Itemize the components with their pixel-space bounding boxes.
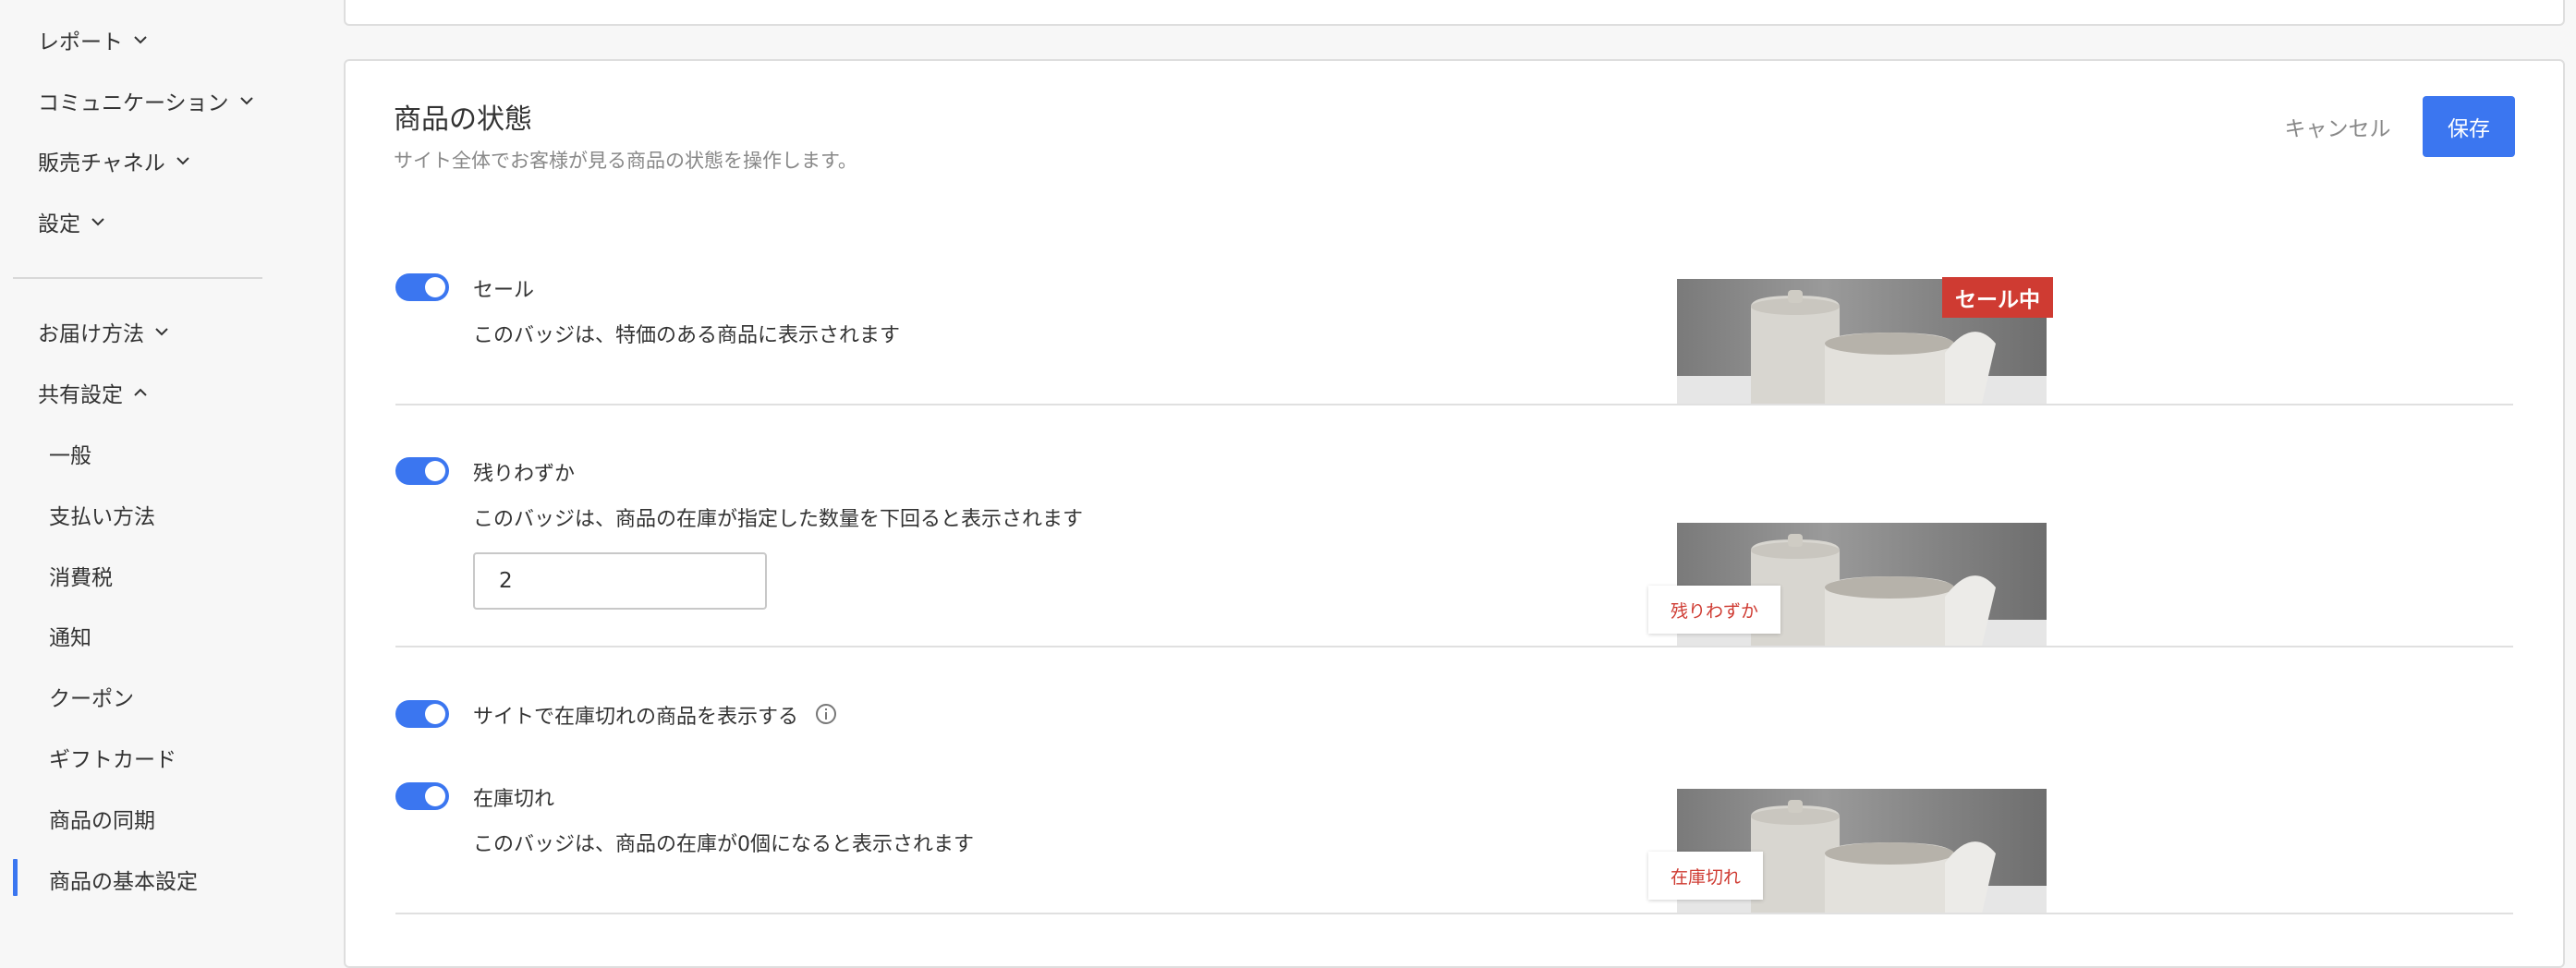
sidebar-item-coupons[interactable]: クーポン: [49, 681, 134, 712]
chevron-down-icon: [134, 36, 147, 44]
out-of-stock-label: 在庫切れ: [473, 788, 555, 811]
low-stock-label: 残りわずか: [473, 463, 576, 486]
toggle-knob: [425, 461, 445, 481]
previous-panel: [344, 0, 2565, 26]
sale-description: このバッジは、特価のある商品に表示されます: [473, 324, 901, 347]
sidebar-item-general[interactable]: 一般: [49, 438, 91, 469]
sidebar-item-settings[interactable]: 設定: [38, 206, 106, 237]
sidebar-item-label: コミュニケーション: [38, 91, 229, 115]
toggle-knob: [425, 704, 445, 724]
chevron-down-icon: [91, 218, 104, 226]
toggle-knob: [425, 277, 445, 297]
sidebar: レポート コミュニケーション 販売チャネル 設定 お届け方法 共有設定 一般 支…: [0, 0, 277, 931]
sale-label: セール: [473, 279, 535, 302]
sidebar-divider: [13, 277, 262, 279]
sidebar-item-communication[interactable]: コミュニケーション: [38, 85, 255, 116]
chevron-down-icon: [176, 157, 189, 165]
sidebar-item-label: 共有設定: [38, 383, 123, 407]
sidebar-item-shared-settings[interactable]: 共有設定: [38, 377, 149, 408]
sidebar-item-gift-cards[interactable]: ギフトカード: [49, 742, 176, 773]
sidebar-item-payment-methods[interactable]: 支払い方法: [49, 499, 155, 530]
low-stock-badge: 残りわずか: [1648, 586, 1781, 634]
show-out-of-stock-toggle[interactable]: [395, 700, 449, 728]
show-out-of-stock-label: サイトで在庫切れの商品を表示する: [473, 706, 799, 729]
sidebar-item-product-basic-settings[interactable]: 商品の基本設定: [49, 864, 198, 895]
out-of-stock-toggle[interactable]: [395, 782, 449, 810]
page-subtitle: サイト全体でお客様が見る商品の状態を操作します。: [394, 150, 857, 172]
chevron-up-icon: [134, 388, 147, 396]
sidebar-item-reports[interactable]: レポート: [38, 24, 149, 55]
sale-badge: セール中: [1942, 277, 2053, 318]
save-button[interactable]: 保存: [2423, 96, 2515, 157]
page-title: 商品の状態: [394, 103, 532, 136]
sidebar-item-label: 販売チャネル: [38, 151, 165, 175]
sidebar-item-tax[interactable]: 消費税: [49, 560, 113, 591]
low-stock-description: このバッジは、商品の在庫が指定した数量を下回ると表示されます: [473, 508, 1084, 531]
sidebar-item-label: お届け方法: [38, 322, 144, 346]
low-stock-toggle[interactable]: [395, 457, 449, 485]
sidebar-item-sales-channel[interactable]: 販売チャネル: [38, 145, 191, 176]
out-of-stock-badge: 在庫切れ: [1648, 852, 1764, 900]
sidebar-item-label: 設定: [38, 212, 80, 236]
chevron-down-icon: [239, 97, 253, 105]
out-of-stock-description: このバッジは、商品の在庫が0個になると表示されます: [473, 833, 974, 856]
cancel-button[interactable]: キャンセル: [2273, 96, 2402, 157]
low-stock-quantity-input[interactable]: [473, 552, 767, 610]
sidebar-item-delivery[interactable]: お届け方法: [38, 316, 170, 347]
sidebar-item-label: レポート: [38, 30, 123, 54]
info-icon[interactable]: [815, 703, 837, 725]
toggle-knob: [425, 786, 445, 806]
section-divider: [395, 646, 2513, 647]
sidebar-item-product-sync[interactable]: 商品の同期: [49, 803, 155, 834]
sidebar-item-notifications[interactable]: 通知: [49, 620, 91, 651]
section-divider: [395, 913, 2513, 914]
sale-toggle[interactable]: [395, 273, 449, 301]
chevron-down-icon: [155, 328, 168, 336]
section-divider: [395, 404, 2513, 405]
active-indicator: [13, 859, 18, 896]
